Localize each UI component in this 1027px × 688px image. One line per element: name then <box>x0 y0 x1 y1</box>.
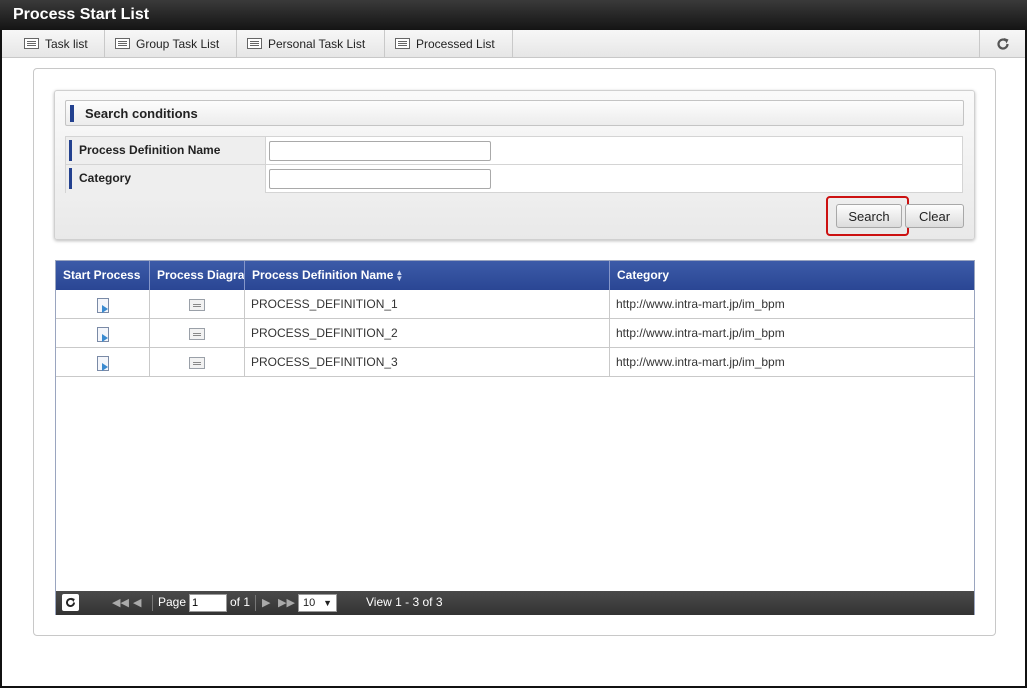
page-count-label: of 1 <box>230 595 251 609</box>
table-row[interactable]: PROCESS_DEFINITION_3 http://www.intra-ma… <box>56 348 974 377</box>
search-button[interactable]: Search <box>836 204 902 228</box>
process-definition-name-input[interactable] <box>269 141 491 161</box>
process-diagram-cell <box>150 348 245 377</box>
header-accent-bar <box>70 105 74 122</box>
last-page-icon[interactable]: ▶▶ <box>278 596 295 609</box>
column-header-label: Start Process <box>63 268 141 282</box>
list-icon <box>395 38 410 49</box>
label-accent-bar <box>69 140 72 161</box>
column-header-label: Process Definition Name <box>252 268 394 282</box>
process-diagram-cell <box>150 290 245 319</box>
start-process-cell <box>56 319 150 348</box>
process-diagram-icon[interactable] <box>189 327 205 340</box>
pager-refresh-button[interactable] <box>62 594 79 611</box>
search-conditions-table: Process Definition Name Category <box>65 136 963 193</box>
tab-processed-list[interactable]: Processed List <box>385 30 513 57</box>
category-cell: http://www.intra-mart.jp/im_bpm <box>616 297 785 311</box>
tab-bar: Task list Group Task List Personal Task … <box>2 30 1025 58</box>
prev-page-icon[interactable]: ◀ <box>133 596 141 609</box>
next-page-icon[interactable]: ▶ <box>262 596 270 609</box>
column-header-category[interactable]: Category <box>610 261 974 290</box>
category-label: Category <box>79 171 132 185</box>
column-header-process-diagram[interactable]: Process Diagram <box>150 261 245 290</box>
page-number-input[interactable] <box>189 594 227 612</box>
search-conditions-header: Search conditions <box>65 100 964 126</box>
start-process-cell <box>56 348 150 377</box>
search-conditions-title: Search conditions <box>85 106 198 121</box>
process-diagram-cell <box>150 319 245 348</box>
process-definition-name-cell: PROCESS_DEFINITION_2 <box>245 319 610 348</box>
process-definition-name-cell: PROCESS_DEFINITION_3 <box>245 348 610 377</box>
refresh-icon <box>996 37 1009 50</box>
column-header-label: Process Diagram <box>157 268 245 282</box>
refresh-icon <box>66 597 75 607</box>
list-icon <box>247 38 262 49</box>
first-page-icon[interactable]: ◀◀ <box>112 596 129 609</box>
table-row[interactable]: PROCESS_DEFINITION_2 http://www.intra-ma… <box>56 319 974 348</box>
title-bar: Process Start List <box>0 0 1027 30</box>
tab-group-task-list[interactable]: Group Task List <box>105 30 237 57</box>
chevron-down-icon: ▼ <box>323 598 332 608</box>
label-accent-bar <box>69 168 72 189</box>
tab-personal-task-list[interactable]: Personal Task List <box>237 30 385 57</box>
process-definition-name-cell: PROCESS_DEFINITION_1 <box>245 290 610 319</box>
tab-label: Personal Task List <box>268 36 366 51</box>
sort-arrows-icon: ▲ ▼ <box>395 267 404 283</box>
process-definition-name-label: Process Definition Name <box>79 143 221 157</box>
condition-row: Category <box>66 165 962 193</box>
grid-header: Start Process Process Diagram Process De… <box>56 261 974 290</box>
process-diagram-icon[interactable] <box>189 356 205 369</box>
tab-task-list[interactable]: Task list <box>14 30 105 57</box>
column-header-process-definition-name[interactable]: Process Definition Name ▲ ▼ <box>245 261 610 290</box>
start-process-cell <box>56 290 150 319</box>
tab-label: Task list <box>45 36 88 51</box>
condition-row: Process Definition Name <box>66 137 962 165</box>
page-title: Process Start List <box>13 6 150 23</box>
clear-button[interactable]: Clear <box>905 204 964 228</box>
tab-label: Group Task List <box>136 36 220 51</box>
category-input[interactable] <box>269 169 491 189</box>
page-label: Page <box>158 595 187 609</box>
tab-label: Processed List <box>416 36 495 51</box>
start-process-icon[interactable] <box>96 355 109 371</box>
view-range-text: View 1 - 3 of 3 <box>366 595 443 609</box>
start-process-icon[interactable] <box>96 326 109 342</box>
table-row[interactable]: PROCESS_DEFINITION_1 http://www.intra-ma… <box>56 290 974 319</box>
process-grid: Start Process Process Diagram Process De… <box>55 260 975 615</box>
column-header-start-process[interactable]: Start Process <box>56 261 150 290</box>
category-cell: http://www.intra-mart.jp/im_bpm <box>616 326 785 340</box>
process-diagram-icon[interactable] <box>189 298 205 311</box>
category-cell: http://www.intra-mart.jp/im_bpm <box>616 355 785 369</box>
condition-label-cell: Process Definition Name <box>66 137 266 164</box>
start-process-icon[interactable] <box>96 297 109 313</box>
refresh-button[interactable] <box>979 30 1025 57</box>
page-size-value: 10 <box>303 597 316 609</box>
condition-label-cell: Category <box>66 165 266 193</box>
list-icon <box>115 38 130 49</box>
list-icon <box>24 38 39 49</box>
column-header-label: Category <box>617 268 670 282</box>
pager-separator <box>152 595 153 611</box>
pager-separator <box>255 595 256 611</box>
page-size-select[interactable]: 10 ▼ <box>298 594 337 612</box>
pager-bar: ◀◀ ◀ Page of 1 ▶ ▶▶ 10 ▼ View 1 - 3 of 3 <box>56 591 974 615</box>
